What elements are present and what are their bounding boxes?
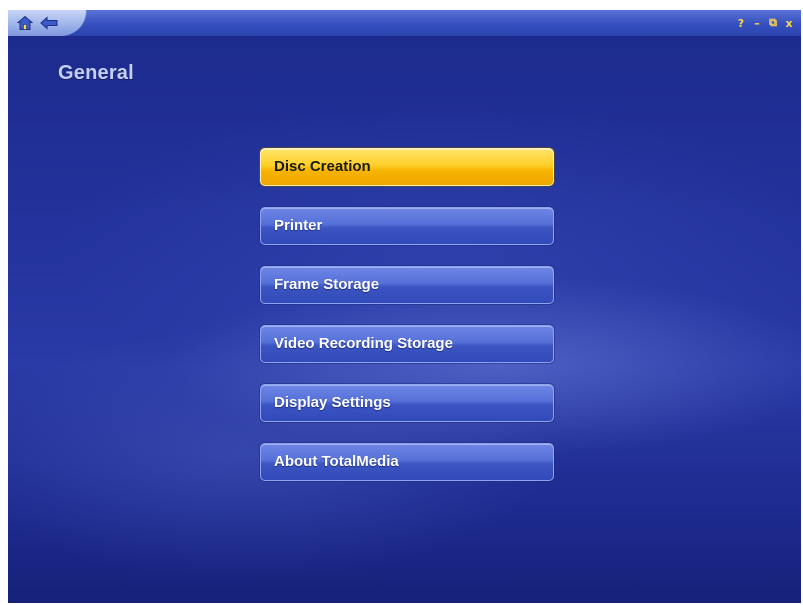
help-button[interactable]: ?: [735, 16, 747, 30]
window-controls: ? – ⧉ x: [735, 15, 795, 31]
home-button[interactable]: [16, 14, 34, 32]
back-button[interactable]: [40, 14, 58, 32]
about-totalmedia-button[interactable]: About TotalMedia: [260, 443, 554, 481]
home-icon: [17, 15, 33, 30]
frame-storage-button[interactable]: Frame Storage: [260, 266, 554, 304]
video-recording-storage-button[interactable]: Video Recording Storage: [260, 325, 554, 363]
minimize-button[interactable]: –: [751, 16, 763, 30]
page-title: General: [58, 62, 134, 84]
display-settings-button[interactable]: Display Settings: [260, 384, 554, 422]
title-bar: ? – ⧉ x: [8, 10, 801, 37]
printer-button[interactable]: Printer: [260, 207, 554, 245]
close-button[interactable]: x: [783, 16, 795, 30]
navigation-tab: [8, 10, 87, 36]
disc-creation-button[interactable]: Disc Creation: [260, 148, 554, 186]
settings-menu: Disc Creation Printer Frame Storage Vide…: [260, 148, 554, 502]
back-arrow-icon: [40, 16, 58, 30]
app-window: ? – ⧉ x General Disc Creation Printer Fr…: [8, 10, 801, 603]
restore-button[interactable]: ⧉: [767, 16, 779, 30]
